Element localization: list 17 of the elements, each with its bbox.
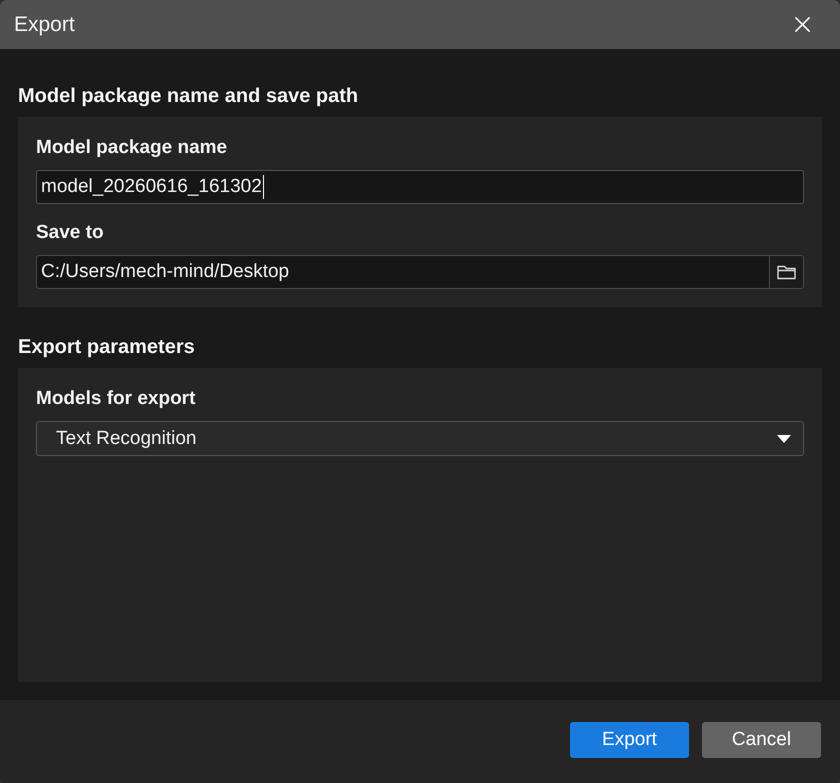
window-title: Export: [14, 12, 75, 38]
folder-icon: [776, 264, 796, 280]
close-button[interactable]: [795, 17, 810, 32]
cancel-button[interactable]: Cancel: [702, 722, 821, 758]
text-cursor: [262, 175, 264, 199]
field-label: Models for export: [36, 388, 196, 410]
models-dropdown[interactable]: Text Recognition: [36, 421, 804, 456]
browse-folder-button[interactable]: [769, 256, 803, 288]
field-label: Save to: [36, 222, 105, 244]
field-label: Model package name: [36, 137, 228, 159]
caret-down-icon: [777, 434, 791, 442]
text-input-field[interactable]: model_20260616_161302: [36, 170, 804, 204]
path-input-field[interactable]: C:/Users/mech-mind/Desktop: [36, 255, 804, 289]
export-button[interactable]: Export: [570, 722, 689, 758]
close-icon: [795, 17, 810, 32]
section-heading: Export parameters: [18, 335, 196, 360]
section-heading: Model package name and save path: [18, 84, 360, 109]
